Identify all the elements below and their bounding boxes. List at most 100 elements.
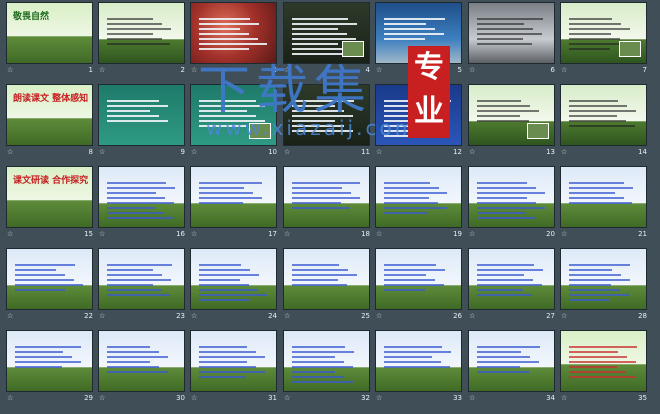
transition-icon[interactable]: ☆ (99, 394, 105, 402)
slide-title: 朗读课文 整体感知 (13, 94, 89, 104)
transition-icon[interactable]: ☆ (191, 394, 197, 402)
slide-thumbnail[interactable]: 课文研读 合作探究 ☆ 15 (4, 166, 95, 244)
slide-preview[interactable] (468, 2, 555, 64)
slide-preview[interactable] (468, 166, 555, 228)
slide-preview[interactable] (190, 248, 277, 310)
slide-preview[interactable]: 朗读课文 整体感知 (6, 84, 93, 146)
slide-preview[interactable] (560, 2, 647, 64)
slide-thumbnail[interactable]: ☆ 19 (373, 166, 464, 244)
transition-icon[interactable]: ☆ (469, 148, 475, 156)
transition-icon[interactable]: ☆ (99, 66, 105, 74)
transition-icon[interactable]: ☆ (7, 394, 13, 402)
slide-number: 7 (642, 66, 647, 74)
transition-icon[interactable]: ☆ (376, 148, 382, 156)
transition-icon[interactable]: ☆ (99, 312, 105, 320)
transition-icon[interactable]: ☆ (7, 66, 13, 74)
transition-icon[interactable]: ☆ (469, 394, 475, 402)
transition-icon[interactable]: ☆ (376, 230, 382, 238)
transition-icon[interactable]: ☆ (191, 312, 197, 320)
transition-icon[interactable]: ☆ (561, 230, 567, 238)
slide-thumbnail[interactable]: ☆ 21 (558, 166, 649, 244)
slide-thumbnail[interactable]: ☆ 9 (96, 84, 187, 162)
transition-icon[interactable]: ☆ (376, 312, 382, 320)
slide-thumbnail[interactable]: ☆ 22 (4, 248, 95, 326)
slide-thumbnail[interactable]: ☆ 25 (281, 248, 372, 326)
slide-thumbnail[interactable]: ☆ 33 (373, 330, 464, 408)
slide-text-lines (107, 15, 176, 48)
slide-preview[interactable] (468, 330, 555, 392)
slide-preview[interactable] (283, 166, 370, 228)
transition-icon[interactable]: ☆ (191, 66, 197, 74)
slide-thumbnail[interactable]: ☆ 14 (558, 84, 649, 162)
slide-preview[interactable] (560, 84, 647, 146)
transition-icon[interactable]: ☆ (561, 148, 567, 156)
slide-preview[interactable] (468, 84, 555, 146)
transition-icon[interactable]: ☆ (561, 394, 567, 402)
transition-icon[interactable]: ☆ (284, 230, 290, 238)
slide-thumbnail[interactable]: ☆ 17 (188, 166, 279, 244)
transition-icon[interactable]: ☆ (469, 312, 475, 320)
transition-icon[interactable]: ☆ (7, 148, 13, 156)
slide-preview[interactable] (98, 248, 185, 310)
slide-preview[interactable]: 敬畏自然 (6, 2, 93, 64)
transition-icon[interactable]: ☆ (99, 148, 105, 156)
slide-preview[interactable] (468, 248, 555, 310)
slide-thumbnail[interactable]: ☆ 23 (96, 248, 187, 326)
slide-thumbnail[interactable]: ☆ 24 (188, 248, 279, 326)
slide-preview[interactable] (560, 248, 647, 310)
slide-thumbnail[interactable]: ☆ 34 (466, 330, 557, 408)
transition-icon[interactable]: ☆ (284, 312, 290, 320)
slide-preview[interactable] (190, 166, 277, 228)
slide-preview[interactable] (98, 2, 185, 64)
slide-thumbnail[interactable]: ☆ 18 (281, 166, 372, 244)
slide-thumbnail[interactable]: ☆ 6 (466, 2, 557, 80)
slide-text-lines (199, 261, 268, 304)
slide-preview[interactable] (6, 330, 93, 392)
slide-thumbnail[interactable]: ☆ 16 (96, 166, 187, 244)
transition-icon[interactable]: ☆ (469, 230, 475, 238)
transition-icon[interactable]: ☆ (99, 230, 105, 238)
slide-thumbnail[interactable]: ☆ 26 (373, 248, 464, 326)
slide-preview[interactable] (98, 84, 185, 146)
slide-thumbnail[interactable]: ☆ 28 (558, 248, 649, 326)
slide-preview[interactable] (560, 330, 647, 392)
slide-thumbnail[interactable]: ☆ 13 (466, 84, 557, 162)
slide-preview[interactable] (283, 330, 370, 392)
slide-preview[interactable] (560, 166, 647, 228)
slide-preview[interactable] (6, 248, 93, 310)
transition-icon[interactable]: ☆ (561, 312, 567, 320)
slide-number: 32 (361, 394, 370, 402)
slide-thumbnail[interactable]: ☆ 35 (558, 330, 649, 408)
transition-icon[interactable]: ☆ (7, 312, 13, 320)
transition-icon[interactable]: ☆ (469, 66, 475, 74)
slide-preview[interactable] (98, 166, 185, 228)
slide-preview[interactable] (283, 248, 370, 310)
slide-preview[interactable] (190, 330, 277, 392)
slide-preview[interactable] (98, 330, 185, 392)
transition-icon[interactable]: ☆ (284, 394, 290, 402)
transition-icon[interactable]: ☆ (561, 66, 567, 74)
slide-thumbnail[interactable]: ☆ 20 (466, 166, 557, 244)
transition-icon[interactable]: ☆ (191, 148, 197, 156)
slide-preview[interactable] (375, 248, 462, 310)
slide-thumbnail[interactable]: ☆ 32 (281, 330, 372, 408)
slide-number: 25 (361, 312, 370, 320)
slide-number: 29 (84, 394, 93, 402)
slide-preview[interactable] (375, 166, 462, 228)
slide-preview[interactable]: 课文研读 合作探究 (6, 166, 93, 228)
slide-thumbnail[interactable]: ☆ 7 (558, 2, 649, 80)
slide-thumbnail[interactable]: ☆ 30 (96, 330, 187, 408)
slide-thumbnail[interactable]: 敬畏自然 ☆ 1 (4, 2, 95, 80)
transition-icon[interactable]: ☆ (284, 148, 290, 156)
slide-preview[interactable] (375, 330, 462, 392)
transition-icon[interactable]: ☆ (376, 66, 382, 74)
watermark-text: 下载集 (198, 61, 373, 121)
transition-icon[interactable]: ☆ (7, 230, 13, 238)
slide-thumbnail[interactable]: ☆ 2 (96, 2, 187, 80)
slide-thumbnail[interactable]: 朗读课文 整体感知 ☆ 8 (4, 84, 95, 162)
transition-icon[interactable]: ☆ (376, 394, 382, 402)
slide-thumbnail[interactable]: ☆ 31 (188, 330, 279, 408)
slide-thumbnail[interactable]: ☆ 27 (466, 248, 557, 326)
slide-thumbnail[interactable]: ☆ 29 (4, 330, 95, 408)
transition-icon[interactable]: ☆ (191, 230, 197, 238)
